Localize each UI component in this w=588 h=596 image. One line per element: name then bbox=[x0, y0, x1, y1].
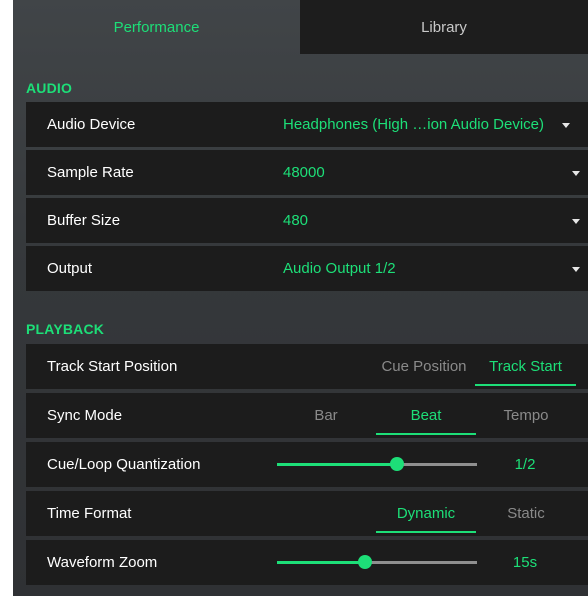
track-start-position-label: Track Start Position bbox=[47, 358, 178, 375]
option-beat[interactable]: Beat bbox=[376, 393, 476, 438]
caret-down-icon bbox=[572, 171, 580, 176]
track-start-position-row: Track Start Position Cue Position Track … bbox=[26, 344, 588, 389]
caret-down-icon bbox=[562, 123, 570, 128]
output-dropdown[interactable]: Audio Output 1/2 bbox=[270, 246, 588, 291]
time-format-label: Time Format bbox=[47, 505, 132, 522]
settings-panel: Performance Library AUDIO Audio Device H… bbox=[13, 0, 588, 596]
sample-rate-row: Sample Rate 48000 bbox=[26, 150, 588, 195]
audio-device-dropdown[interactable]: Headphones (High …ion Audio Device) bbox=[270, 102, 588, 147]
playback-section-title: PLAYBACK bbox=[26, 321, 105, 337]
slider-fill bbox=[277, 561, 365, 564]
sync-mode-label: Sync Mode bbox=[47, 407, 123, 424]
slider-thumb[interactable] bbox=[358, 555, 372, 569]
sample-rate-value: 48000 bbox=[283, 164, 325, 181]
caret-down-icon bbox=[572, 219, 580, 224]
quantization-slider[interactable] bbox=[277, 442, 477, 487]
waveform-zoom-slider[interactable] bbox=[277, 540, 477, 585]
buffer-size-dropdown[interactable]: 480 bbox=[270, 198, 588, 243]
caret-down-icon bbox=[572, 267, 580, 272]
audio-section-title: AUDIO bbox=[26, 80, 73, 96]
option-tempo[interactable]: Tempo bbox=[476, 393, 576, 438]
audio-device-row: Audio Device Headphones (High …ion Audio… bbox=[26, 102, 588, 147]
option-bar[interactable]: Bar bbox=[276, 393, 376, 438]
quantization-label: Cue/Loop Quantization bbox=[47, 456, 201, 473]
buffer-size-label: Buffer Size bbox=[47, 212, 121, 229]
slider-thumb[interactable] bbox=[390, 457, 404, 471]
sample-rate-dropdown[interactable]: 48000 bbox=[270, 150, 588, 195]
output-value: Audio Output 1/2 bbox=[283, 260, 396, 277]
audio-device-label: Audio Device bbox=[47, 116, 136, 133]
sample-rate-label: Sample Rate bbox=[47, 164, 134, 181]
option-track-start[interactable]: Track Start bbox=[475, 344, 576, 389]
buffer-size-value: 480 bbox=[283, 212, 309, 229]
option-cue-position[interactable]: Cue Position bbox=[373, 344, 475, 389]
tab-bar: Performance Library bbox=[13, 0, 588, 54]
audio-device-value: Headphones (High …ion Audio Device) bbox=[283, 116, 544, 133]
waveform-zoom-value: 15s bbox=[512, 554, 538, 571]
buffer-size-row: Buffer Size 480 bbox=[26, 198, 588, 243]
waveform-zoom-label: Waveform Zoom bbox=[47, 554, 158, 571]
sync-mode-row: Sync Mode Bar Beat Tempo bbox=[26, 393, 588, 438]
quantization-row: Cue/Loop Quantization 1/2 bbox=[26, 442, 588, 487]
tab-performance[interactable]: Performance bbox=[13, 0, 300, 54]
slider-fill bbox=[277, 463, 397, 466]
output-row: Output Audio Output 1/2 bbox=[26, 246, 588, 291]
option-static[interactable]: Static bbox=[476, 491, 576, 536]
waveform-zoom-row: Waveform Zoom 15s bbox=[26, 540, 588, 585]
option-dynamic[interactable]: Dynamic bbox=[376, 491, 476, 536]
time-format-row: Time Format Dynamic Static bbox=[26, 491, 588, 536]
quantization-value: 1/2 bbox=[514, 456, 536, 473]
tab-library[interactable]: Library bbox=[300, 0, 588, 54]
output-label: Output bbox=[47, 260, 93, 277]
